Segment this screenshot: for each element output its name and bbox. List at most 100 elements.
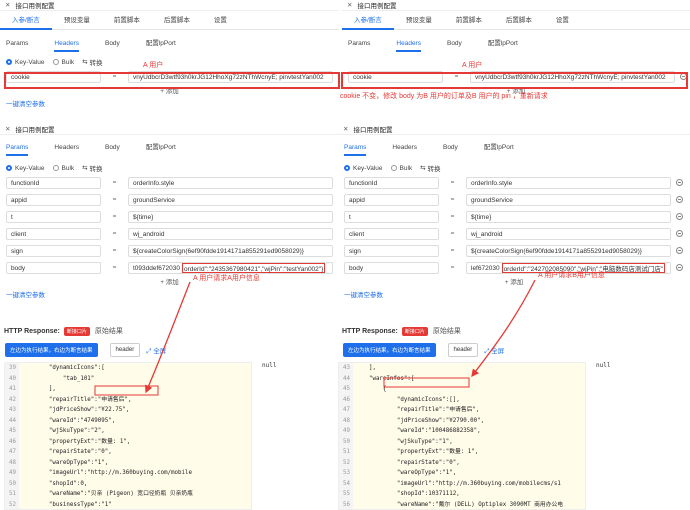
close-icon[interactable]: ✕: [347, 1, 352, 9]
remove-row-icon[interactable]: [680, 73, 687, 80]
remove-row-icon[interactable]: [676, 230, 683, 237]
subtab-params[interactable]: Params: [6, 139, 29, 156]
tab-settings[interactable]: 设置: [202, 11, 239, 30]
subtab-body[interactable]: Body: [105, 139, 120, 156]
line-text: "shopId":0,: [21, 480, 88, 487]
param-value-field[interactable]: wj_android: [128, 227, 333, 240]
param-value-field[interactable]: ${time}: [466, 210, 671, 223]
subtab-headers[interactable]: Headers: [396, 35, 421, 52]
subtab-headers[interactable]: Headers: [392, 139, 417, 156]
line-number: 45: [339, 384, 353, 395]
assert-null-text: null: [596, 362, 611, 369]
param-key-field[interactable]: functionId: [344, 176, 439, 189]
raw-result-tab[interactable]: 原始结果: [95, 326, 123, 336]
param-key-field[interactable]: body: [344, 261, 439, 274]
clear-params-link[interactable]: 一键清空参数: [0, 99, 339, 111]
response-panel-left: HTTP Response: 断接口片 原始结果 左边为执行结果，右边为断言结果 he…: [0, 324, 339, 510]
fullscreen-link[interactable]: ⤢ 全屏: [146, 345, 166, 356]
remove-row-icon[interactable]: [676, 213, 683, 220]
tab-settings[interactable]: 设置: [544, 11, 581, 30]
param-key-field[interactable]: sign: [344, 244, 439, 257]
line-text: "propertyExt":"数量: 1",: [355, 449, 479, 455]
radio-bulk[interactable]: [390, 165, 397, 171]
status-badge: 断接口片: [63, 326, 90, 336]
param-key-field[interactable]: client: [344, 227, 439, 240]
add-button[interactable]: + 添加: [0, 85, 339, 99]
subtab-body[interactable]: Body: [443, 139, 458, 156]
switch-button[interactable]: ⇆ 转换: [82, 57, 102, 67]
param-key-field[interactable]: t: [344, 210, 439, 223]
subtab-lpport[interactable]: 配置lpPort: [484, 139, 514, 156]
param-key-field[interactable]: appid: [344, 193, 439, 206]
param-value-field[interactable]: orderInfo.style: [466, 176, 671, 189]
param-value-field[interactable]: t093ddef672030 orderId":"2435367980421","…: [128, 261, 333, 274]
subtab-params[interactable]: Params: [6, 35, 28, 52]
fullscreen-link[interactable]: ⤢ 全屏: [484, 345, 504, 356]
subtab-headers[interactable]: Headers: [54, 139, 79, 156]
equals-sign: =: [112, 196, 117, 203]
switch-button[interactable]: ⇆ 转换: [420, 163, 440, 173]
header-value-field[interactable]: vnyUdbcrD3wtf93h0krJG12HhoXg72zNThWcnyE;…: [470, 70, 675, 83]
subtab-body[interactable]: Body: [105, 35, 120, 52]
tab-post-script[interactable]: 后置脚本: [494, 11, 544, 30]
radio-keyvalue[interactable]: [6, 59, 12, 65]
subtab-lpport[interactable]: 配置lpPort: [488, 35, 518, 52]
close-icon[interactable]: ✕: [5, 1, 10, 9]
param-value-field[interactable]: ${createColorSign(6ef90fdde1914171a85529…: [128, 244, 333, 257]
param-key-field[interactable]: functionId: [6, 176, 101, 189]
subtab-body[interactable]: Body: [447, 35, 462, 52]
param-value-field[interactable]: orderInfo.style: [128, 176, 333, 189]
remove-row-icon[interactable]: [676, 247, 683, 254]
header-button[interactable]: header: [447, 343, 479, 357]
radio-bulk[interactable]: [52, 59, 59, 65]
close-icon[interactable]: ✕: [5, 125, 10, 133]
tab-params-assert[interactable]: 入参/断言: [342, 11, 394, 30]
param-key-field[interactable]: sign: [6, 244, 101, 257]
tab-params-assert[interactable]: 入参/断言: [0, 11, 52, 30]
exec-result-button[interactable]: 左边为执行结果，右边为断言结果: [343, 343, 436, 357]
code-line: 40 "tab_101": [5, 373, 251, 384]
param-row: appid = groundService: [338, 191, 690, 208]
param-key-field[interactable]: appid: [6, 193, 101, 206]
param-key-field[interactable]: client: [6, 227, 101, 240]
header-value-field[interactable]: vnyUdbcrD3wtf93h0krJG12HhoXg72zNThWcnyE;…: [128, 70, 333, 83]
tab-pre-script[interactable]: 前置脚本: [444, 11, 494, 30]
header-key-field[interactable]: cookie: [6, 70, 101, 83]
line-text: "wareName":"贝亲 (Pigeon) 宽口径奶瓶 贝亲奶瓶: [21, 491, 193, 497]
subtab-lpport[interactable]: 配置lpPort: [146, 35, 176, 52]
param-value-field[interactable]: groundService: [466, 193, 671, 206]
tab-preset-vars[interactable]: 预设变量: [394, 11, 444, 30]
code-line: 50 "shopId":0,: [5, 478, 251, 489]
param-value-field[interactable]: wj_android: [466, 227, 671, 240]
clear-params-link[interactable]: 一键清空参数: [0, 290, 339, 302]
add-button[interactable]: + 添加: [338, 276, 690, 290]
param-value-field[interactable]: ${time}: [128, 210, 333, 223]
close-icon[interactable]: ✕: [343, 125, 348, 133]
radio-keyvalue[interactable]: [6, 165, 12, 171]
param-value-field[interactable]: groundService: [128, 193, 333, 206]
param-key-field[interactable]: body: [6, 261, 101, 274]
raw-result-tab[interactable]: 原始结果: [433, 326, 461, 336]
subtab-params[interactable]: Params: [344, 139, 367, 156]
equals-sign: =: [450, 247, 455, 254]
remove-row-icon[interactable]: [676, 264, 683, 271]
tab-preset-vars[interactable]: 预设变量: [52, 11, 102, 30]
subtab-lpport[interactable]: 配置lpPort: [146, 139, 176, 156]
line-number: 43: [5, 405, 19, 416]
header-key-field[interactable]: cookie: [348, 70, 443, 83]
remove-row-icon[interactable]: [676, 196, 683, 203]
exec-result-button[interactable]: 左边为执行结果，右边为断言结果: [5, 343, 98, 357]
remove-row-icon[interactable]: [676, 179, 683, 186]
param-key-field[interactable]: t: [6, 210, 101, 223]
radio-bulk[interactable]: [52, 165, 59, 171]
radio-keyvalue[interactable]: [344, 165, 350, 171]
clear-params-link[interactable]: 一键清空参数: [338, 290, 690, 302]
param-value-field[interactable]: ${createColorSign(6ef90fdde1914171a85529…: [466, 244, 671, 257]
subtab-params[interactable]: Params: [348, 35, 370, 52]
subtab-headers[interactable]: Headers: [54, 35, 79, 52]
tab-pre-script[interactable]: 前置脚本: [102, 11, 152, 30]
tab-post-script[interactable]: 后置脚本: [152, 11, 202, 30]
switch-button[interactable]: ⇆ 转换: [82, 163, 102, 173]
header-button[interactable]: header: [109, 343, 141, 357]
add-button[interactable]: + 添加: [0, 276, 339, 290]
